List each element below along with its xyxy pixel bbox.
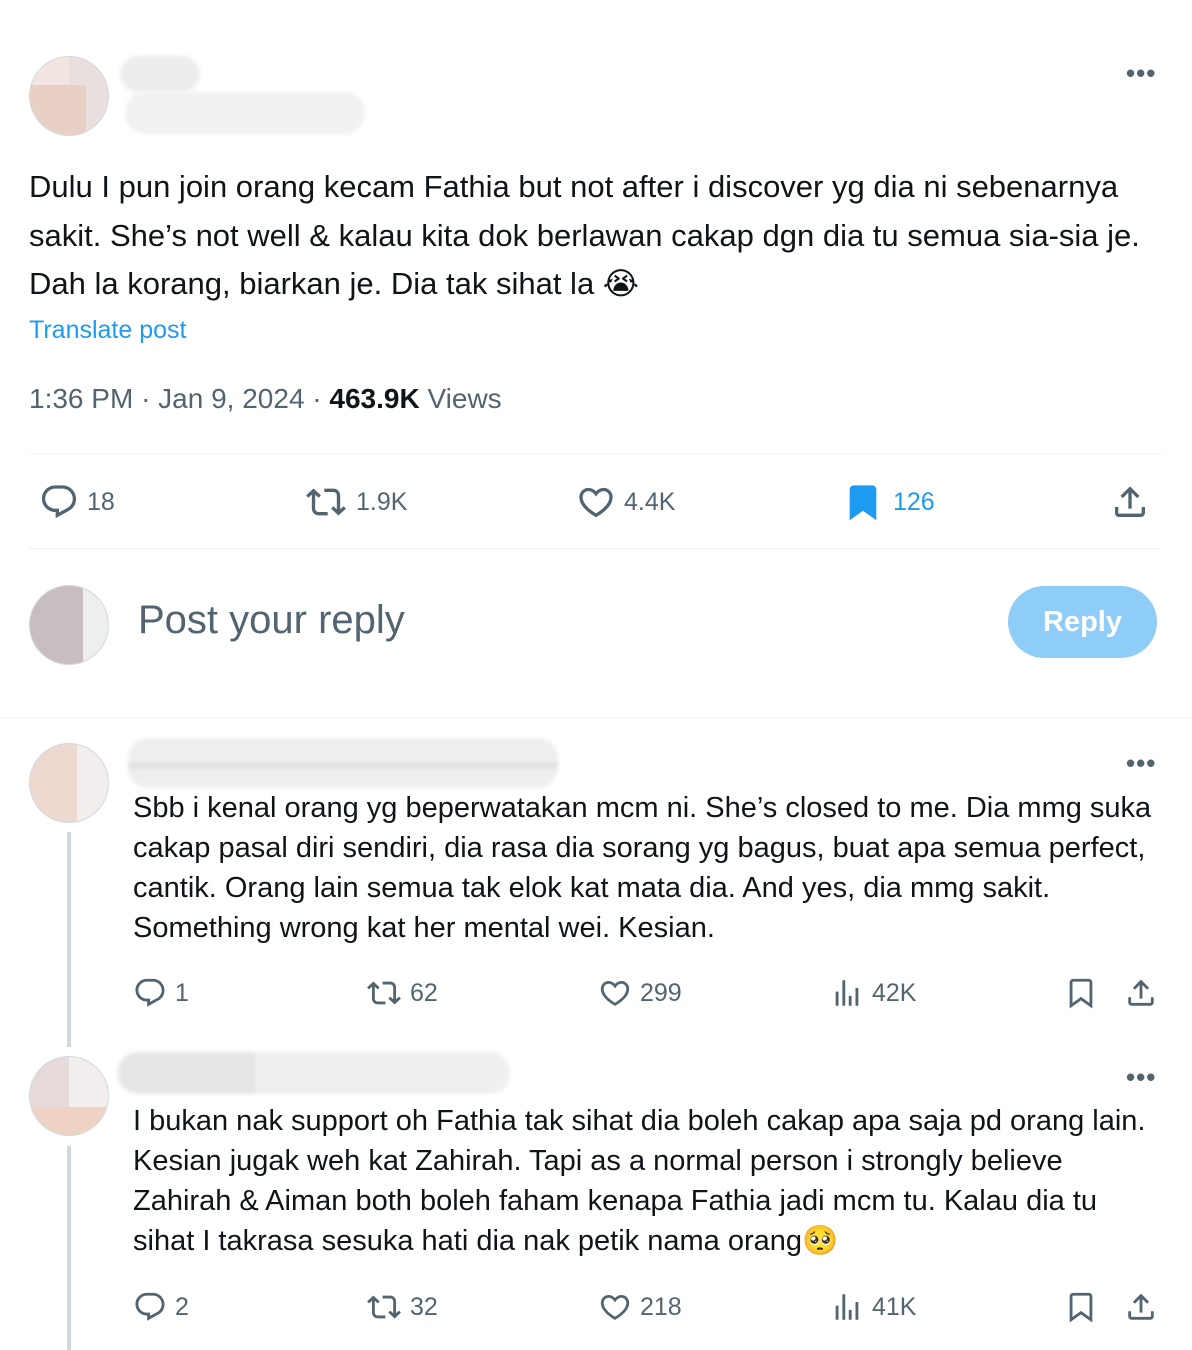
repost-icon xyxy=(366,976,402,1010)
post-time[interactable]: 1:36 PM xyxy=(29,383,133,414)
reply-icon xyxy=(133,1290,167,1324)
views-label: Views xyxy=(427,383,502,414)
repost-icon xyxy=(366,1290,402,1324)
repost-action[interactable]: 1.9K xyxy=(304,482,407,522)
repost-count: 62 xyxy=(410,978,438,1007)
like-action[interactable]: 299 xyxy=(598,976,682,1010)
like-action[interactable]: 4.4K xyxy=(576,482,675,522)
reply-count: 18 xyxy=(87,487,115,516)
share-icon[interactable] xyxy=(1124,976,1158,1010)
divider xyxy=(29,548,1161,549)
bookmark-count: 126 xyxy=(893,487,935,516)
reply-author-redacted[interactable] xyxy=(128,738,558,788)
repost-action[interactable]: 62 xyxy=(366,976,438,1010)
reply-icon xyxy=(133,976,167,1010)
author-avatar[interactable] xyxy=(29,56,109,136)
bookmark-icon[interactable] xyxy=(1064,976,1098,1010)
more-options-icon[interactable]: ••• xyxy=(1126,1064,1156,1090)
like-action[interactable]: 218 xyxy=(598,1290,682,1324)
reply-count: 1 xyxy=(175,978,189,1007)
reply-avatar[interactable] xyxy=(29,743,109,823)
author-name-redacted[interactable] xyxy=(120,56,200,92)
like-icon xyxy=(598,976,632,1010)
like-count: 218 xyxy=(640,1292,682,1321)
repost-icon xyxy=(304,482,348,522)
meta-separator: · xyxy=(312,383,330,414)
bookmark-icon[interactable] xyxy=(1064,1290,1098,1324)
like-icon xyxy=(598,1290,632,1324)
post-text: Dulu I pun join orang kecam Fathia but n… xyxy=(29,169,1140,301)
repost-count: 1.9K xyxy=(356,487,408,516)
reply-text: I bukan nak support oh Fathia tak sihat … xyxy=(133,1105,1146,1257)
reply-input[interactable]: Post your reply xyxy=(138,598,405,643)
thread-line xyxy=(67,1146,71,1350)
views-icon xyxy=(830,976,864,1010)
more-options-icon[interactable]: ••• xyxy=(1126,60,1156,86)
reply-count: 2 xyxy=(175,1292,189,1321)
reply-text: Sbb i kenal orang yg beperwatakan mcm ni… xyxy=(133,792,1152,944)
reply-icon xyxy=(39,482,79,522)
repost-count: 32 xyxy=(410,1292,438,1321)
more-options-icon[interactable]: ••• xyxy=(1126,750,1156,776)
share-icon[interactable] xyxy=(1124,1290,1158,1324)
divider xyxy=(29,453,1161,454)
reply-action[interactable]: 18 xyxy=(39,482,115,522)
reply-button[interactable]: Reply xyxy=(1008,586,1157,658)
like-count: 4.4K xyxy=(624,487,676,516)
thread-line xyxy=(67,832,71,1047)
bookmark-icon xyxy=(843,482,883,522)
views-icon xyxy=(830,1290,864,1324)
like-count: 299 xyxy=(640,978,682,1007)
my-avatar[interactable] xyxy=(29,585,109,665)
views-count: 42K xyxy=(872,978,917,1007)
reply-avatar[interactable] xyxy=(29,1056,109,1136)
reply-author-redacted[interactable] xyxy=(118,1052,510,1094)
bookmark-action[interactable]: 126 xyxy=(843,482,935,522)
repost-action[interactable]: 32 xyxy=(366,1290,438,1324)
meta-separator: · xyxy=(141,383,159,414)
share-icon[interactable] xyxy=(1110,482,1150,522)
views-count: 41K xyxy=(872,1292,917,1321)
reply-action[interactable]: 1 xyxy=(133,976,189,1010)
views-action[interactable]: 41K xyxy=(830,1290,916,1324)
post-date[interactable]: Jan 9, 2024 xyxy=(158,383,304,414)
views-action[interactable]: 42K xyxy=(830,976,916,1010)
like-icon xyxy=(576,482,616,522)
divider xyxy=(0,717,1192,718)
reply-action[interactable]: 2 xyxy=(133,1290,189,1324)
post-meta: 1:36 PM · Jan 9, 2024 · 463.9K Views xyxy=(29,383,502,415)
author-handle-redacted[interactable] xyxy=(125,92,365,134)
translate-post-link[interactable]: Translate post xyxy=(29,316,186,345)
views-count: 463.9K xyxy=(329,383,420,414)
